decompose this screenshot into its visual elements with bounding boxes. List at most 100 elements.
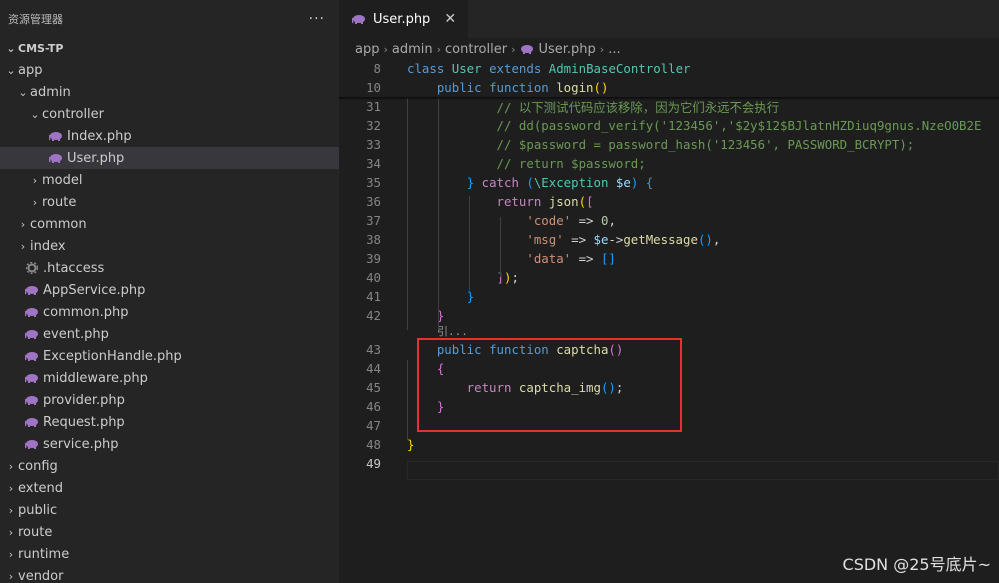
chevron-right-icon[interactable]: › <box>28 196 42 209</box>
tree-item-route[interactable]: › route <box>0 521 339 543</box>
code-lens-label[interactable]: 引... <box>437 323 468 339</box>
php-elephant-icon <box>48 131 64 142</box>
code-text: return json([ <box>407 194 594 209</box>
tree-item-config[interactable]: › config <box>0 455 339 477</box>
breadcrumb-admin[interactable]: admin <box>392 42 433 57</box>
code-token: User <box>451 61 490 76</box>
tree-item-label: admin <box>30 84 71 100</box>
code-text: } catch (\Exception $e) { <box>407 175 654 190</box>
chevron-right-icon[interactable]: › <box>4 526 18 539</box>
tree-item-public[interactable]: › public <box>0 499 339 521</box>
breadcrumb-controller[interactable]: controller <box>445 42 507 57</box>
tree-item-extend[interactable]: › extend <box>0 477 339 499</box>
breadcrumb-app[interactable]: app <box>355 42 379 57</box>
more-actions-icon[interactable]: ··· <box>309 11 325 27</box>
code-token: public <box>407 80 490 95</box>
tree-item-label: User.php <box>67 150 125 166</box>
tree-item-common[interactable]: › common <box>0 213 339 235</box>
tab-user-php[interactable]: User.php ✕ <box>339 0 469 38</box>
tree-item-route[interactable]: › route <box>0 191 339 213</box>
chevron-down-icon[interactable]: ⌄ <box>16 86 30 99</box>
tree-item-middleware-php[interactable]: middleware.php <box>0 367 339 389</box>
chevron-right-icon: › <box>511 42 516 56</box>
chevron-right-icon[interactable]: › <box>4 548 18 561</box>
code-token: 'msg' <box>407 232 564 247</box>
tree-item-index-php[interactable]: Index.php <box>0 125 339 147</box>
code-token: () <box>697 232 713 247</box>
breadcrumb-symbol[interactable]: ... <box>608 42 620 57</box>
tree-item-common-php[interactable]: common.php <box>0 301 339 323</box>
chevron-right-icon[interactable]: › <box>16 218 30 231</box>
chevron-right-icon[interactable]: › <box>28 174 42 187</box>
chevron-right-icon[interactable]: › <box>4 570 18 583</box>
code-token: => <box>563 232 594 247</box>
tree-item-label: public <box>18 502 58 518</box>
chevron-right-icon[interactable]: › <box>16 240 30 253</box>
code-token: , <box>608 213 616 228</box>
tree-item-cms-tp[interactable]: ⌄ CMS-TP <box>0 37 339 59</box>
php-elephant-icon <box>48 153 64 164</box>
code-text: // dd(password_verify('123456','$2y$12$B… <box>407 118 982 133</box>
tree-item-label: Request.php <box>43 414 125 430</box>
chevron-down-icon[interactable]: ⌄ <box>28 108 42 121</box>
line-number: 48 <box>366 437 381 452</box>
tree-item-label: .htaccess <box>43 260 105 276</box>
tree-item-event-php[interactable]: event.php <box>0 323 339 345</box>
code-text: public function login() <box>407 80 609 95</box>
tree-item-request-php[interactable]: Request.php <box>0 411 339 433</box>
line-number: 37 <box>366 213 381 228</box>
tree-item-model[interactable]: › model <box>0 169 339 191</box>
tab-label: User.php <box>373 11 431 27</box>
close-icon[interactable]: ✕ <box>444 11 456 27</box>
code-token: 'data' <box>407 251 572 266</box>
sticky-scroll-line[interactable]: 10 public function login() <box>339 78 999 97</box>
chevron-right-icon[interactable]: › <box>4 460 18 473</box>
chevron-right-icon: › <box>383 42 388 56</box>
chevron-down-icon[interactable]: ⌄ <box>4 64 18 77</box>
chevron-right-icon[interactable]: › <box>4 504 18 517</box>
code-token: getMessage <box>623 232 698 247</box>
code-token: -> <box>608 232 624 247</box>
tree-item-user-php[interactable]: User.php <box>0 147 339 169</box>
tree-item-admin[interactable]: ⌄ admin <box>0 81 339 103</box>
tree-item-label: middleware.php <box>43 370 148 386</box>
code-token: function <box>489 80 557 95</box>
code-token: // $password = password_hash('123456', P… <box>407 137 915 152</box>
line-number: 36 <box>366 194 381 209</box>
tree-item-provider-php[interactable]: provider.php <box>0 389 339 411</box>
tree-item-app[interactable]: ⌄ app <box>0 59 339 81</box>
code-line[interactable]: 48} <box>339 435 999 454</box>
tree-item-label: provider.php <box>43 392 125 408</box>
code-token: } <box>466 289 475 304</box>
chevron-right-icon[interactable]: › <box>4 482 18 495</box>
tree-item-service-php[interactable]: service.php <box>0 433 339 455</box>
code-token: [] <box>600 251 616 266</box>
tree-item-appservice-php[interactable]: AppService.php <box>0 279 339 301</box>
code-text: class User extends AdminBaseController <box>407 61 691 76</box>
tree-item-vendor[interactable]: › vendor <box>0 565 339 583</box>
tree-item-runtime[interactable]: › runtime <box>0 543 339 565</box>
code-token: // return $password; <box>407 156 646 171</box>
tree-item-exceptionhandle-php[interactable]: ExceptionHandle.php <box>0 345 339 367</box>
sticky-scroll-line[interactable]: 8 class User extends AdminBaseController <box>339 59 999 78</box>
code-token: 'code' <box>407 213 572 228</box>
php-elephant-icon <box>519 44 535 55</box>
code-token: AdminBaseController <box>548 61 691 76</box>
breadcrumb-file[interactable]: User.php <box>538 42 595 57</box>
tree-item-htaccess[interactable]: .htaccess <box>0 257 339 279</box>
code-token: ( <box>526 175 534 190</box>
chevron-down-icon[interactable]: ⌄ <box>4 42 18 55</box>
tree-item-label: runtime <box>18 546 70 562</box>
code-text: } <box>407 289 474 304</box>
line-number: 39 <box>366 251 381 266</box>
tree-item-index[interactable]: › index <box>0 235 339 257</box>
code-token: => <box>571 213 601 228</box>
tree-item-label: common.php <box>43 304 129 320</box>
code-token: } <box>407 437 415 452</box>
code-token: \Exception <box>533 175 616 190</box>
code-token: class <box>407 61 452 76</box>
chevron-right-icon: › <box>436 42 442 56</box>
tree-item-controller[interactable]: ⌄ controller <box>0 103 339 125</box>
tree-item-label: route <box>42 194 77 210</box>
